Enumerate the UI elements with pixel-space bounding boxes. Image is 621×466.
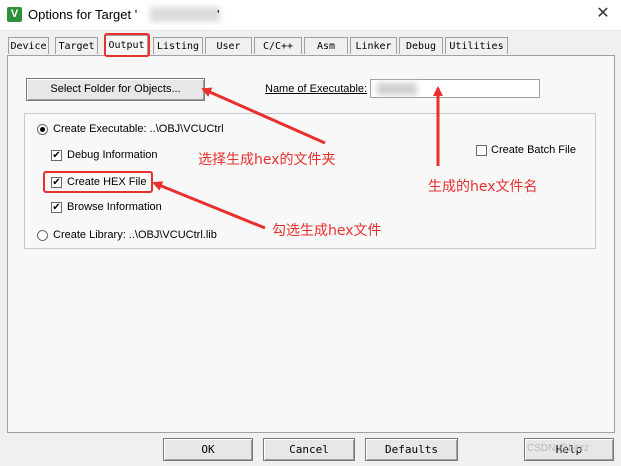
create-executable-label: Create Executable: ..\OBJ\VCUCtrl bbox=[53, 123, 224, 135]
browse-info-label: Browse Information bbox=[67, 201, 162, 213]
tab-user[interactable]: User bbox=[205, 37, 252, 54]
title-bar: V Options for Target ' ' ✕ bbox=[0, 0, 621, 31]
watermark: CSDN @hjtzz bbox=[527, 443, 589, 454]
window-title: Options for Target ' bbox=[28, 7, 138, 22]
create-batch-checkbox[interactable] bbox=[476, 145, 487, 156]
tab-utilities[interactable]: Utilities bbox=[445, 37, 508, 54]
highlight-output-tab bbox=[104, 33, 150, 57]
annotation-select-folder: 选择生成hex的文件夹 bbox=[198, 152, 336, 168]
create-executable-radio[interactable] bbox=[37, 124, 48, 135]
cancel-button[interactable]: Cancel bbox=[263, 438, 355, 461]
executable-name-input[interactable] bbox=[370, 79, 540, 98]
tab-asm[interactable]: Asm bbox=[304, 37, 348, 54]
browse-info-checkbox[interactable]: ✔ bbox=[51, 202, 62, 213]
defaults-button[interactable]: Defaults bbox=[365, 438, 458, 461]
debug-info-label: Debug Information bbox=[67, 149, 158, 161]
create-library-label: Create Library: ..\OBJ\VCUCtrl.lib bbox=[53, 229, 217, 241]
close-button[interactable]: ✕ bbox=[593, 4, 613, 24]
create-batch-label: Create Batch File bbox=[491, 144, 576, 156]
app-icon: V bbox=[7, 7, 22, 22]
tab-linker[interactable]: Linker bbox=[350, 37, 397, 54]
window-title-end: ' bbox=[217, 7, 220, 22]
tab-debug[interactable]: Debug bbox=[399, 37, 443, 54]
tab-device[interactable]: Device bbox=[8, 37, 49, 54]
tab-target[interactable]: Target bbox=[55, 37, 98, 54]
tab-cc[interactable]: C/C++ bbox=[254, 37, 302, 54]
select-folder-button[interactable]: Select Folder for Objects... bbox=[26, 78, 205, 101]
blurred-name bbox=[377, 83, 417, 95]
annotation-hex-name: 生成的hex文件名 bbox=[428, 179, 538, 195]
debug-info-checkbox[interactable]: ✔ bbox=[51, 150, 62, 161]
highlight-create-hex bbox=[43, 171, 153, 193]
ok-button[interactable]: OK bbox=[163, 438, 253, 461]
create-library-radio[interactable] bbox=[37, 230, 48, 241]
title-blurred-name bbox=[150, 7, 220, 22]
annotation-check-hex: 勾选生成hex文件 bbox=[272, 223, 382, 239]
name-of-executable-label: Name of Executable: bbox=[265, 83, 368, 95]
tab-listing[interactable]: Listing bbox=[153, 37, 203, 54]
